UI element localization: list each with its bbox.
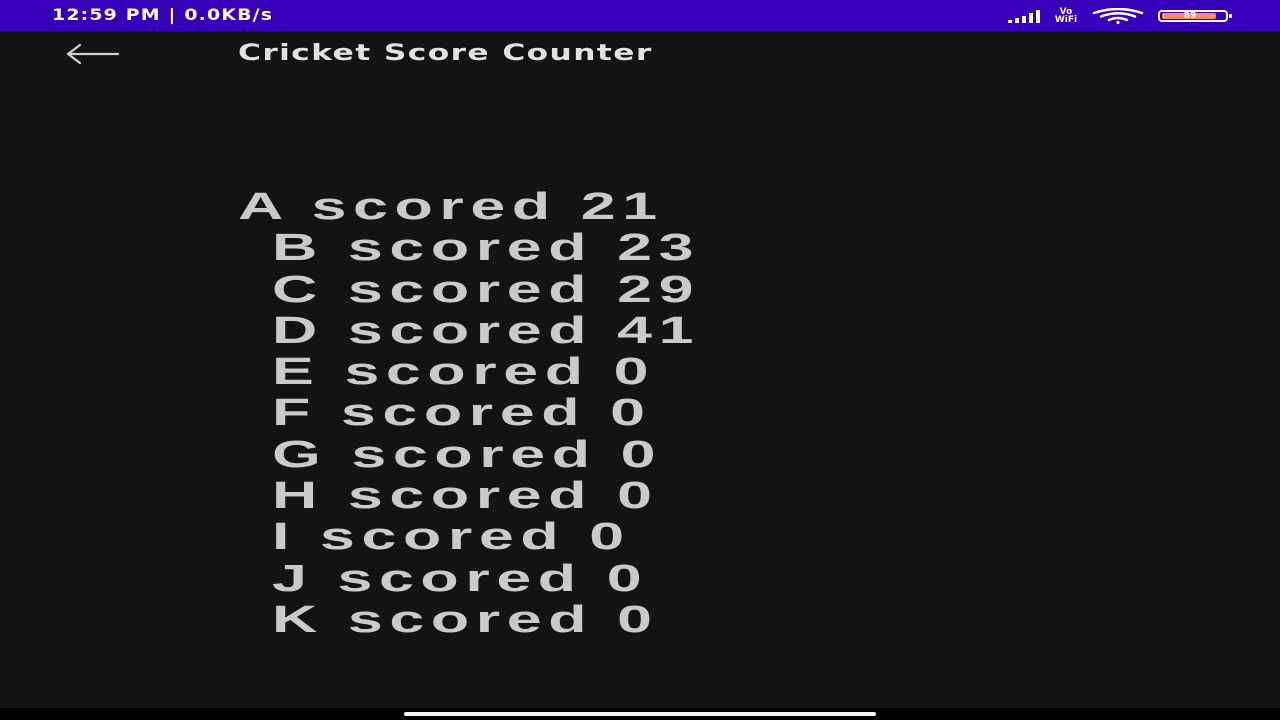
score-line-f: F scored 0 [272, 392, 652, 434]
score-line-k: K scored 0 [272, 599, 659, 641]
status-time-speed: 12:59 PM | 0.0KB/s [52, 5, 274, 24]
score-line-i: I scored 0 [272, 516, 631, 558]
home-indicator[interactable] [404, 712, 876, 716]
status-icons: Vo WiFi 89 [1008, 6, 1232, 26]
battery-level: 89 [1183, 11, 1197, 21]
battery-tip [1229, 14, 1232, 18]
score-line-j: J scored 0 [272, 558, 649, 600]
app-screen: 12:59 PM | 0.0KB/s Vo WiFi 89 Cricket Sc… [0, 0, 1280, 720]
score-line-g: G scored 0 [272, 434, 663, 476]
score-line-h: H scored 0 [272, 475, 659, 517]
score-line-e: E scored 0 [272, 351, 656, 393]
score-line-d: D scored 41 [272, 310, 701, 352]
score-line-a: A scored 21 [238, 186, 664, 228]
vowifi-bottom-label: WiFi [1054, 15, 1078, 25]
score-line-c: C scored 29 [272, 269, 701, 311]
back-button[interactable] [60, 38, 124, 70]
score-line-b: B scored 23 [272, 227, 701, 269]
battery-icon: 89 [1158, 10, 1232, 22]
nav-bar [0, 708, 1280, 720]
signal-icon [1008, 9, 1040, 23]
vowifi-icon: Vo WiFi [1054, 8, 1078, 25]
arrow-left-icon [66, 43, 120, 65]
status-bar: 12:59 PM | 0.0KB/s Vo WiFi 89 [0, 0, 1280, 31]
wifi-icon [1092, 8, 1144, 24]
app-title: Cricket Score Counter [238, 41, 653, 66]
